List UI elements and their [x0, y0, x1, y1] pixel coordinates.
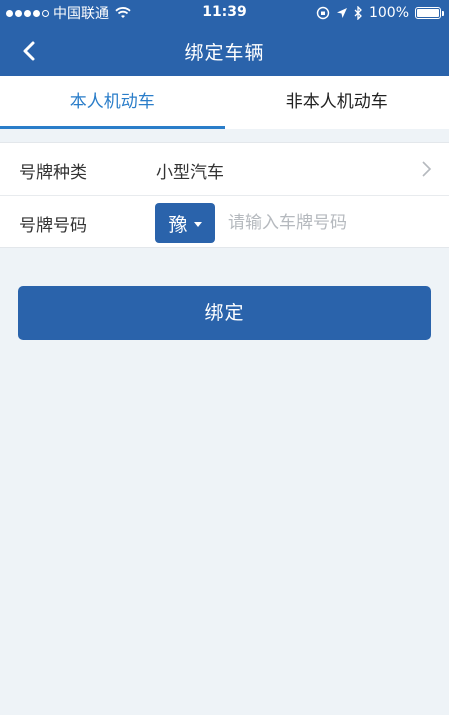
battery-icon	[415, 7, 444, 19]
plate-type-label: 号牌种类	[19, 163, 87, 183]
status-bar: 中国联通 11:39 100%	[0, 0, 449, 26]
battery-percent: 100%	[368, 5, 409, 21]
tab-own-vehicle[interactable]: 本人机动车	[0, 76, 225, 129]
province-value: 豫	[168, 213, 188, 236]
navbar: 绑定车辆	[0, 26, 449, 76]
rotation-lock-icon	[316, 6, 330, 20]
plate-type-row[interactable]: 号牌种类 小型汽车	[0, 143, 449, 195]
vehicle-form: 号牌种类 小型汽车 号牌号码 豫	[0, 142, 449, 248]
tab-bar: 本人机动车 非本人机动车	[0, 76, 449, 129]
plate-number-input[interactable]	[226, 204, 426, 242]
chevron-right-icon	[422, 161, 432, 177]
location-icon	[336, 8, 347, 18]
header: 中国联通 11:39 100% 绑定车辆	[0, 0, 449, 76]
status-right: 100%	[316, 4, 444, 22]
battery-level	[417, 9, 439, 17]
tab-other-vehicle[interactable]: 非本人机动车	[225, 76, 449, 129]
page-title: 绑定车辆	[184, 42, 265, 64]
bluetooth-icon	[354, 6, 362, 20]
plate-number-label: 号牌号码	[19, 216, 87, 236]
bind-button[interactable]: 绑定	[18, 286, 431, 340]
plate-number-row: 号牌号码 豫	[0, 195, 449, 247]
plate-type-value: 小型汽车	[156, 163, 224, 183]
caret-down-icon	[193, 221, 202, 227]
province-select[interactable]: 豫	[155, 203, 215, 243]
